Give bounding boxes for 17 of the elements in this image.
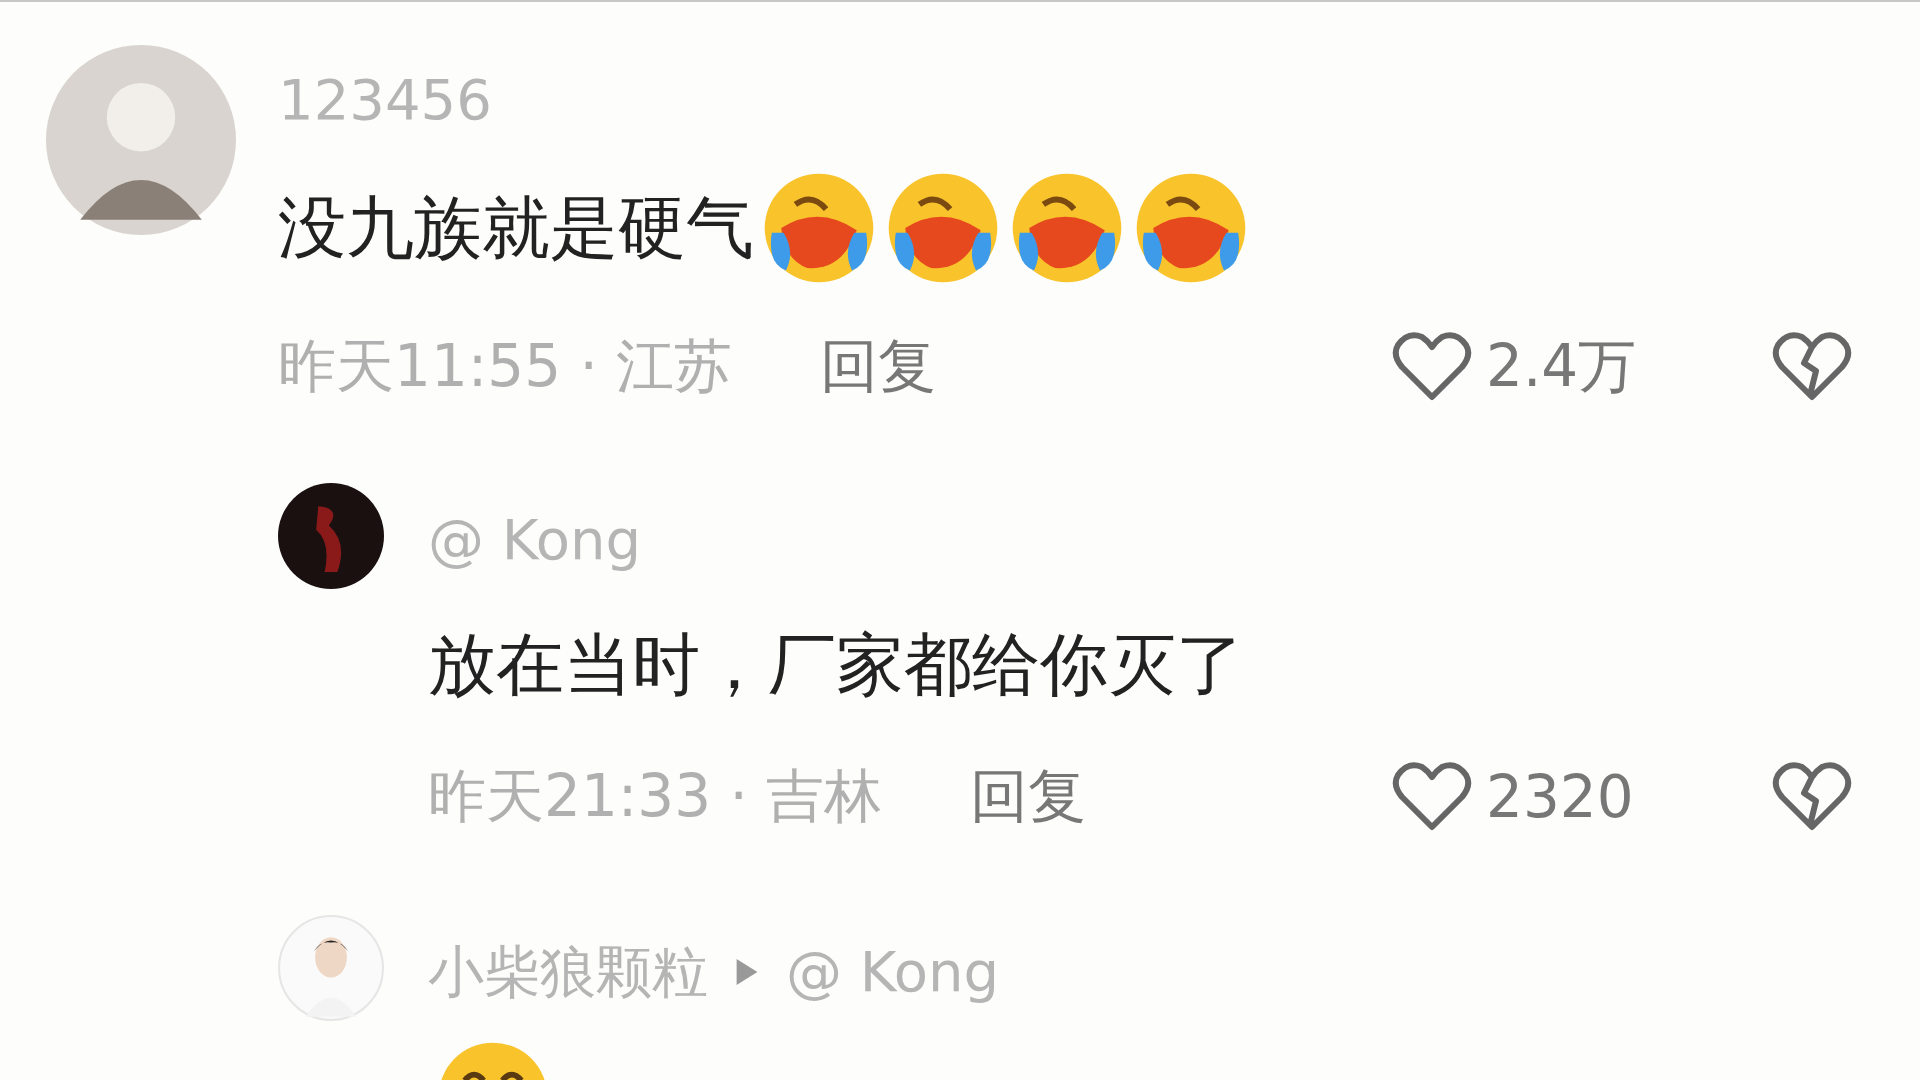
comment-time: 昨天11:55 · 江苏 bbox=[278, 331, 733, 402]
like-count: 2.4万 bbox=[1486, 331, 1637, 402]
heart-icon[interactable] bbox=[1392, 331, 1472, 403]
reply-link[interactable]: 回复 bbox=[820, 328, 937, 406]
username[interactable]: 小柴狼颗粒 bbox=[428, 932, 708, 1012]
comment-text: 放在当时，厂家都给你灭了 bbox=[428, 624, 1244, 706]
broken-heart-icon[interactable] bbox=[1772, 761, 1852, 833]
heart-icon[interactable] bbox=[1392, 761, 1472, 833]
avatar[interactable] bbox=[278, 483, 384, 589]
comment-text: 没九族就是硬气 bbox=[278, 187, 754, 269]
comment-time: 昨天21:33 · 吉林 bbox=[428, 761, 883, 832]
mentioned-username[interactable]: @ Kong bbox=[786, 932, 1000, 1012]
reply-link[interactable]: 回复 bbox=[970, 758, 1087, 836]
username[interactable]: 123456 bbox=[278, 60, 1852, 140]
username[interactable]: @ Kong bbox=[428, 500, 642, 580]
like-count: 2320 bbox=[1486, 763, 1634, 831]
broken-heart-icon[interactable] bbox=[1772, 331, 1852, 403]
